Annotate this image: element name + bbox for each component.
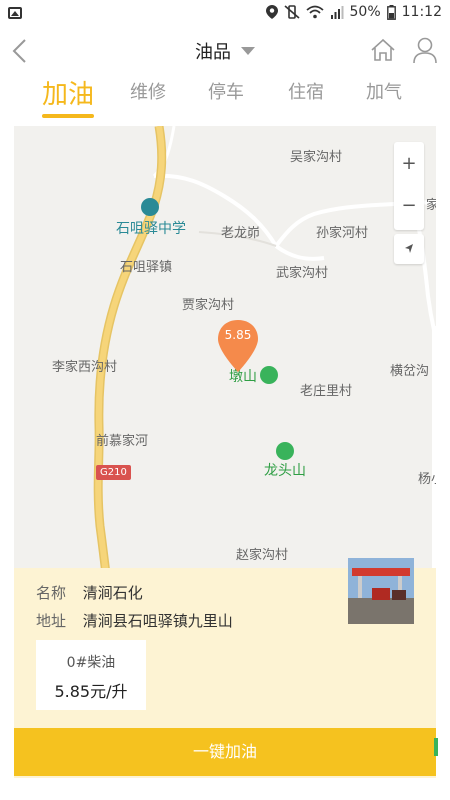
map-label-wujiagou2: 武家沟村 (276, 266, 329, 281)
category-tabs: 加油 维修 停车 住宿 加气 (0, 72, 450, 124)
location-icon (265, 5, 278, 19)
image-notification-icon (8, 7, 22, 19)
vibrate-mute-icon (283, 5, 300, 19)
map-label-longtoushan: 龙头山 (264, 463, 306, 479)
station-marker[interactable]: 5.85 (216, 318, 260, 374)
mountain-poi-icon (260, 366, 278, 384)
fuel-price: 5.85元/升 (54, 682, 128, 701)
map-label-sunjiahe: 孙家河村 (316, 226, 369, 241)
nav-bar: 油品 (0, 28, 450, 72)
zoom-out-button[interactable]: − (394, 186, 424, 226)
status-right: 50% 11:12 (265, 4, 442, 20)
tab-gas[interactable]: 加气 (364, 78, 404, 104)
locate-button[interactable] (394, 234, 424, 264)
tab-parking[interactable]: 停车 (206, 78, 246, 104)
map-label-school: 石咀驿中学 (116, 221, 186, 237)
map-label-edge: 家台 (426, 198, 436, 213)
active-tab-indicator (42, 114, 94, 118)
station-address-row: 地址 清涧县石咀驿镇九里山 (36, 610, 233, 631)
wifi-icon (305, 5, 324, 19)
map-label-qianmujiahe: 前慕家河 (96, 434, 149, 449)
station-address-key: 地址 (36, 612, 67, 630)
zoom-controls: + − (394, 142, 424, 230)
map-label-laolongbi: 老龙峁 (221, 226, 261, 241)
fuel-price-card[interactable]: 0#柴油 5.85元/升 (36, 640, 146, 710)
marker-price: 5.85 (224, 328, 252, 342)
map-label-yang: 杨小 (418, 472, 436, 487)
chevron-down-icon (241, 47, 255, 55)
home-icon[interactable] (370, 38, 396, 62)
one-tap-refuel-button[interactable]: 一键加油 (14, 728, 436, 776)
battery-percent: 50% (349, 4, 381, 20)
user-icon[interactable] (412, 36, 438, 64)
station-name: 清涧石化 (82, 584, 143, 602)
zoom-in-button[interactable]: + (394, 144, 424, 184)
gas-station-image (348, 558, 414, 624)
map-label-hengchagou: 横岔沟 (390, 364, 430, 379)
map-pin-icon (218, 320, 258, 372)
battery-icon (386, 4, 396, 20)
station-photo[interactable] (348, 558, 414, 624)
station-address: 清涧县石咀驿镇九里山 (82, 612, 233, 630)
fuel-type: 0#柴油 (66, 655, 116, 671)
title-text: 油品 (195, 42, 231, 63)
app-screen: 50% 11:12 油品 加油 维修 停车 住宿 加气 吴家沟村 家 石咀驿中学… (0, 0, 450, 800)
road-sign-g210: G210 (96, 465, 131, 480)
tab-refuel[interactable]: 加油 (42, 74, 94, 111)
map-label-lijiaxigou: 李家西沟村 (52, 360, 118, 375)
tab-repair[interactable]: 维修 (128, 78, 168, 104)
tab-lodging[interactable]: 住宿 (286, 78, 326, 104)
map-label-zhaojiagou: 赵家沟村 (236, 548, 289, 563)
navigation-arrow-icon (405, 244, 413, 253)
station-name-row: 名称 清涧石化 (36, 582, 143, 603)
status-bar: 50% 11:12 (0, 0, 450, 28)
clock: 11:12 (401, 4, 442, 20)
map-label-laozhuangli: 老庄里村 (300, 384, 353, 399)
map-label-jiajiagou: 贾家沟村 (182, 298, 235, 313)
edge-indicator (434, 738, 438, 756)
map-label-wujiagou: 吴家沟村 (290, 150, 343, 165)
school-poi-icon (141, 198, 159, 216)
signal-icon (330, 6, 344, 19)
station-name-key: 名称 (36, 584, 67, 602)
mountain-poi-icon (276, 442, 294, 460)
map-label-shijuyi: 石咀驿镇 (120, 260, 173, 275)
